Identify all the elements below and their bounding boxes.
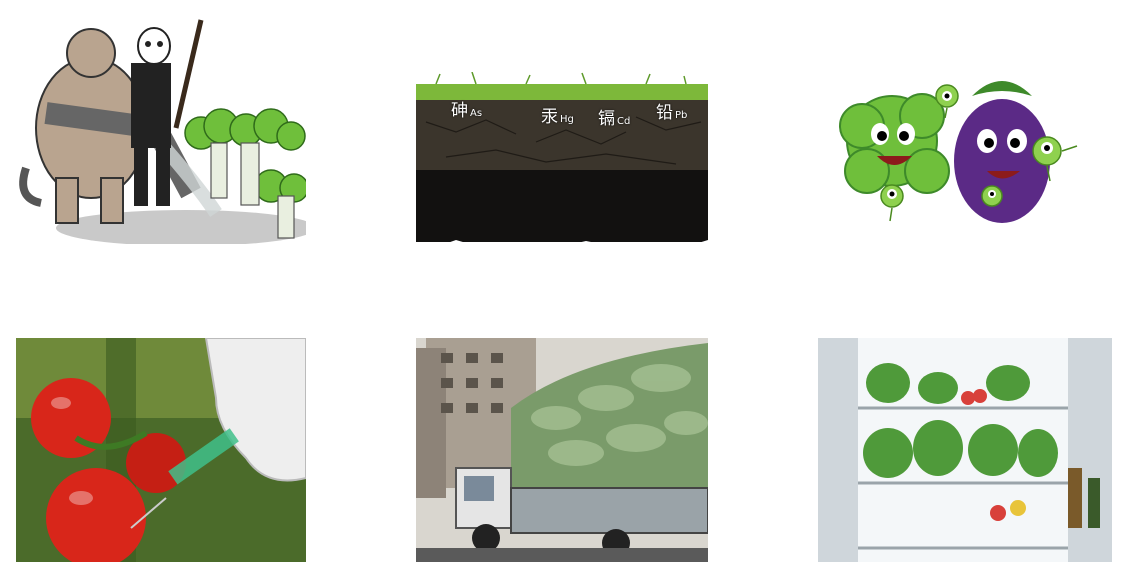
- metal-label-cadmium: 镉 Cd: [598, 109, 631, 129]
- metal-label-arsenic: 砷 As: [451, 101, 483, 121]
- metal-label-mercury: 汞 Hg: [541, 107, 574, 127]
- cartoon-polluter-image: [16, 18, 306, 244]
- refrigerator-vegetables-image: [818, 338, 1112, 562]
- germ-vegetables-image: [822, 56, 1092, 236]
- metal-label-lead: 铅 Pb: [656, 103, 688, 123]
- vegetable-truck-image: [416, 338, 708, 562]
- soil-cross-section-image: 砷 As 汞 Hg 镉 Cd 铅 Pb: [416, 72, 708, 250]
- tomato-injection-image: [16, 338, 306, 562]
